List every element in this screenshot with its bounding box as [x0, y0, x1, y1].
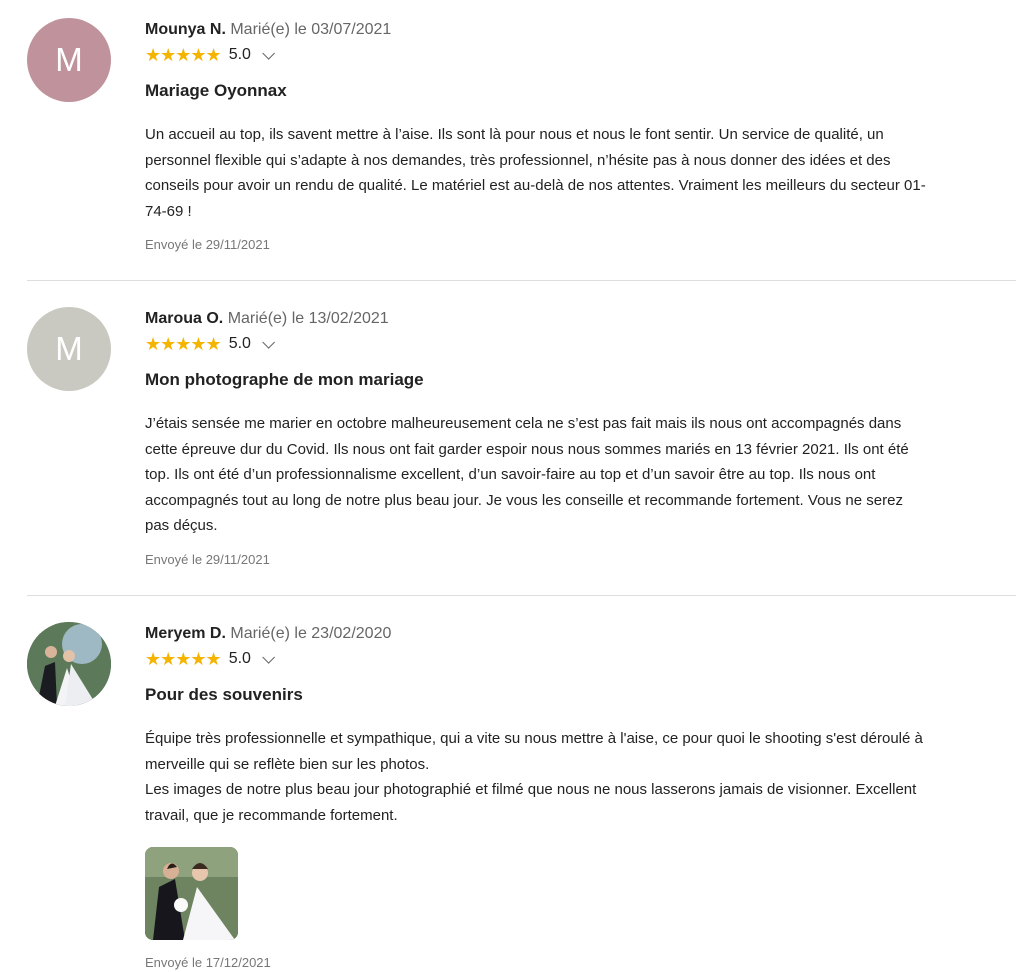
star-rating-icon: ★★★★★ [145, 649, 222, 669]
avatar: M [27, 307, 111, 391]
rating-toggle[interactable]: ★★★★★ 5.0 [145, 334, 1016, 354]
star-rating-icon: ★★★★★ [145, 334, 222, 354]
review-title: Mariage Oyonnax [145, 81, 287, 100]
married-date: Marié(e) le 23/02/2020 [230, 625, 392, 642]
rating-toggle[interactable]: ★★★★★ 5.0 [145, 45, 1016, 65]
chevron-down-icon[interactable] [262, 46, 275, 60]
sent-date: Envoyé le 29/11/2021 [145, 237, 270, 252]
avatar-photo [27, 622, 111, 706]
rating-score: 5.0 [228, 650, 251, 667]
review-title: Pour des souvenirs [145, 685, 303, 704]
review-text: J’étais sensée me marier en octobre malh… [145, 415, 909, 534]
sent-date: Envoyé le 29/11/2021 [145, 551, 270, 567]
review-photo-thumbnail[interactable] [145, 847, 238, 940]
rating-score: 5.0 [228, 335, 251, 352]
review-header: Mounya N. Marié(e) le 03/07/2021 [145, 20, 1016, 40]
avatar: M [27, 18, 111, 102]
review-header: Maroua O. Marié(e) le 13/02/2021 [145, 309, 1016, 329]
review-text: Un accueil au top, ils savent mettre à l… [145, 126, 926, 220]
couple-photo-icon [27, 622, 111, 706]
review-title: Mon photographe de mon mariage [145, 370, 424, 389]
author-name: Mounya N. [145, 21, 226, 38]
author-name: Meryem D. [145, 625, 226, 642]
chevron-down-icon[interactable] [262, 650, 275, 664]
divider [27, 595, 1016, 596]
wedding-photo-icon [145, 847, 238, 940]
review-content: Mounya N. Marié(e) le 03/07/2021 ★★★★★ 5… [145, 20, 1016, 254]
divider [27, 280, 1016, 281]
review-content: Meryem D. Marié(e) le 23/02/2020 ★★★★★ 5… [145, 624, 1016, 972]
review-content: Maroua O. Marié(e) le 13/02/2021 ★★★★★ 5… [145, 309, 1016, 569]
rating-score: 5.0 [228, 46, 251, 63]
married-date: Marié(e) le 13/02/2021 [227, 310, 389, 327]
sent-date: Envoyé le 17/12/2021 [145, 955, 271, 970]
review-text: Équipe très professionnelle et sympathiq… [145, 730, 923, 824]
chevron-down-icon[interactable] [262, 335, 275, 349]
married-date: Marié(e) le 03/07/2021 [230, 21, 392, 38]
star-rating-icon: ★★★★★ [145, 45, 222, 65]
review-header: Meryem D. Marié(e) le 23/02/2020 [145, 624, 1016, 644]
rating-toggle[interactable]: ★★★★★ 5.0 [145, 649, 1016, 669]
author-name: Maroua O. [145, 310, 224, 327]
